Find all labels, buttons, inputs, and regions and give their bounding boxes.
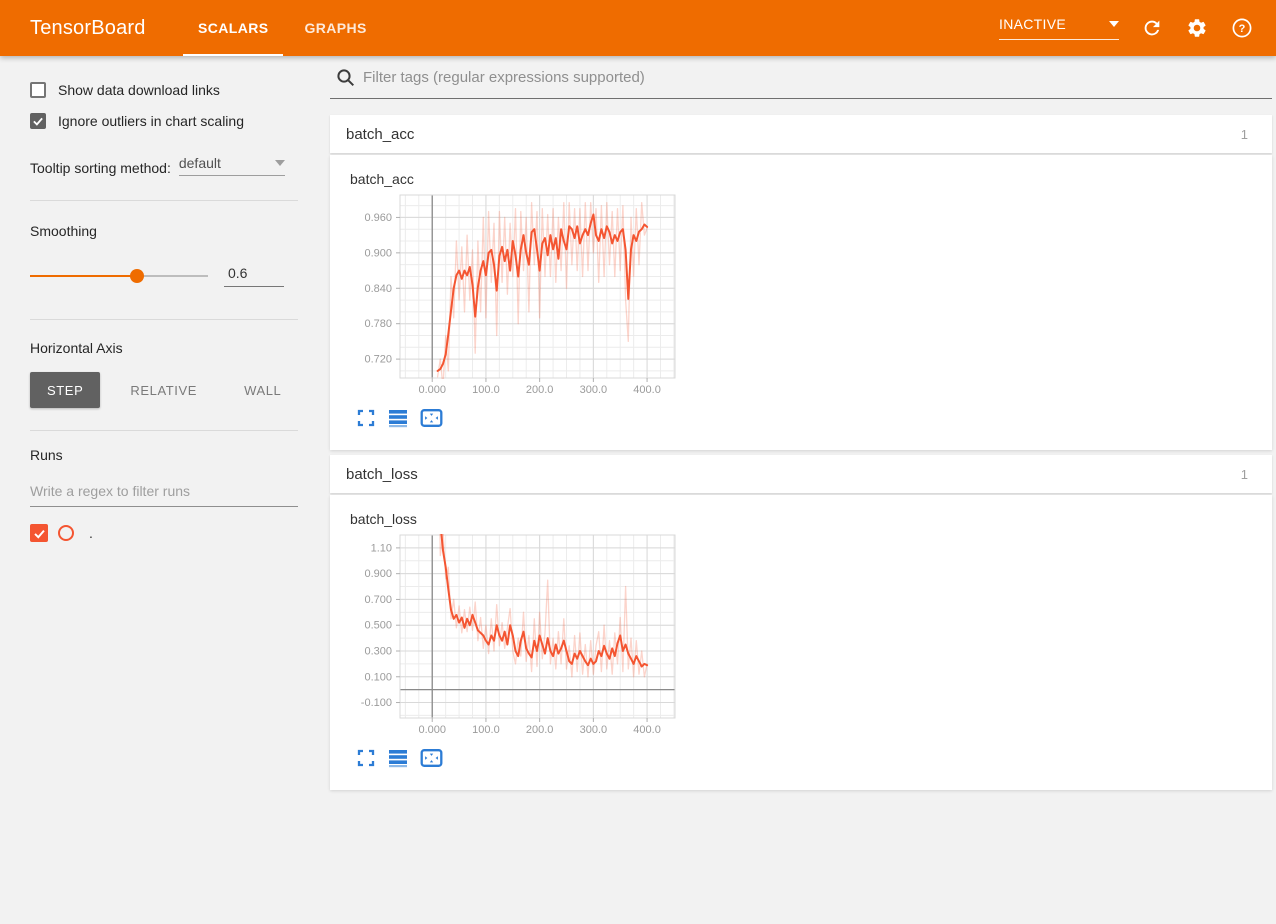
refresh-button[interactable]	[1140, 16, 1164, 40]
axis-relative-button[interactable]: RELATIVE	[113, 372, 214, 408]
checkbox-label: Ignore outliers in chart scaling	[58, 113, 244, 129]
data-rows-icon	[388, 408, 408, 428]
svg-text:0.100: 0.100	[364, 671, 392, 683]
gear-icon	[1186, 17, 1208, 39]
svg-text:200.0: 200.0	[526, 724, 554, 736]
app-title: TensorBoard	[0, 0, 180, 56]
runs-regex-input[interactable]	[30, 483, 298, 507]
tag-group-batch-acc: batch_acc 1 batch_acc 0.000 100.0 200.0 300…	[330, 115, 1272, 450]
runs-label: Runs	[30, 447, 298, 463]
run-data-button[interactable]	[388, 748, 408, 768]
run-color-circle[interactable]	[57, 524, 75, 542]
run-row[interactable]: .	[30, 524, 298, 542]
svg-text:0.900: 0.900	[364, 247, 392, 259]
tag-count-badge: 1	[1241, 467, 1256, 482]
ignore-outliers-row[interactable]: Ignore outliers in chart scaling	[30, 113, 298, 129]
chart-title: batch_acc	[350, 171, 1272, 187]
app-header: TensorBoard SCALARS GRAPHS INACTIVE ?	[0, 0, 1276, 56]
svg-text:0.300: 0.300	[364, 645, 392, 657]
svg-text:0.840: 0.840	[364, 283, 392, 295]
data-rows-icon	[388, 748, 408, 768]
expand-chart-button[interactable]	[356, 408, 376, 428]
tag-group-title: batch_loss	[346, 466, 418, 483]
help-button[interactable]: ?	[1230, 16, 1254, 40]
circle-icon	[57, 524, 75, 542]
chart-toolbar	[356, 408, 1272, 428]
tag-group-title: batch_acc	[346, 126, 414, 143]
smoothing-slider[interactable]	[30, 269, 208, 283]
chevron-down-icon	[275, 160, 285, 166]
chart-title: batch_loss	[350, 511, 1272, 527]
fit-domain-button[interactable]	[420, 749, 443, 767]
chart-toolbar	[356, 748, 1272, 768]
scalar-chart-card: batch_loss 0.000 100.0 200.0 300.0 400.0 -0.1…	[330, 495, 1272, 790]
svg-text:0.900: 0.900	[364, 568, 392, 580]
svg-text:300.0: 300.0	[580, 384, 608, 396]
tab-graphs[interactable]: GRAPHS	[286, 0, 384, 56]
tag-group-header[interactable]: batch_loss 1	[330, 455, 1272, 493]
tooltip-sorting-dropdown[interactable]: default	[179, 155, 285, 176]
check-icon	[32, 115, 44, 127]
svg-text:0.720: 0.720	[364, 354, 392, 366]
tag-group-batch-loss: batch_loss 1 batch_loss 0.000 100.0 200.0 3…	[330, 455, 1272, 790]
slider-thumb[interactable]	[130, 269, 144, 283]
svg-text:400.0: 400.0	[633, 724, 661, 736]
svg-text:100.0: 100.0	[472, 724, 500, 736]
show-download-links-checkbox[interactable]	[30, 82, 46, 98]
tag-filter-input[interactable]	[363, 69, 1270, 86]
tag-filter-bar	[330, 56, 1272, 99]
fit-to-data-icon	[420, 749, 443, 767]
svg-text:0.500: 0.500	[364, 620, 392, 632]
status-value: INACTIVE	[999, 16, 1066, 32]
search-icon	[336, 68, 355, 87]
svg-text:0.000: 0.000	[418, 724, 446, 736]
batch-loss-chart[interactable]: 0.000 100.0 200.0 300.0 400.0 -0.100 0.100 0.30…	[345, 533, 1272, 742]
svg-text:0.960: 0.960	[364, 212, 392, 224]
svg-text:400.0: 400.0	[633, 384, 661, 396]
svg-text:0.000: 0.000	[418, 384, 446, 396]
settings-sidebar: Show data download links Ignore outliers…	[0, 56, 330, 924]
svg-text:?: ?	[1239, 23, 1246, 35]
run-checkbox[interactable]	[30, 524, 48, 542]
help-icon: ?	[1231, 17, 1253, 39]
slider-fill	[30, 275, 137, 277]
ignore-outliers-checkbox[interactable]	[30, 113, 46, 129]
expand-chart-button[interactable]	[356, 748, 376, 768]
refresh-icon	[1141, 17, 1163, 39]
fit-domain-button[interactable]	[420, 409, 443, 427]
run-name: .	[89, 525, 93, 541]
smoothing-label: Smoothing	[30, 223, 298, 239]
dashboard-main: batch_acc 1 batch_acc 0.000 100.0 200.0 300…	[330, 56, 1276, 790]
tag-group-header[interactable]: batch_acc 1	[330, 115, 1272, 153]
fullscreen-icon	[356, 748, 376, 768]
tooltip-sorting-value: default	[179, 155, 221, 171]
tag-count-badge: 1	[1241, 127, 1256, 142]
horizontal-axis-label: Horizontal Axis	[30, 340, 298, 356]
svg-text:100.0: 100.0	[472, 384, 500, 396]
svg-text:300.0: 300.0	[580, 724, 608, 736]
run-data-button[interactable]	[388, 408, 408, 428]
tab-scalars[interactable]: SCALARS	[180, 0, 286, 56]
smoothing-value-input[interactable]: 0.6	[224, 265, 284, 287]
svg-text:200.0: 200.0	[526, 384, 554, 396]
main-tabs: SCALARS GRAPHS	[180, 0, 385, 56]
check-icon	[33, 527, 46, 540]
svg-text:-0.100: -0.100	[361, 697, 392, 709]
svg-text:0.780: 0.780	[364, 318, 392, 330]
axis-step-button[interactable]: STEP	[30, 372, 100, 408]
tooltip-sorting-label: Tooltip sorting method:	[30, 160, 171, 176]
axis-wall-button[interactable]: WALL	[227, 372, 298, 408]
chevron-down-icon	[1109, 21, 1119, 27]
checkbox-label: Show data download links	[58, 82, 220, 98]
scalar-chart-card: batch_acc 0.000 100.0 200.0 300.0 400.0 0.720…	[330, 155, 1272, 450]
show-download-links-row[interactable]: Show data download links	[30, 82, 298, 98]
data-status-dropdown[interactable]: INACTIVE	[999, 16, 1119, 40]
fit-to-data-icon	[420, 409, 443, 427]
svg-text:0.700: 0.700	[364, 594, 392, 606]
svg-text:1.10: 1.10	[371, 542, 392, 554]
batch-acc-chart[interactable]: 0.000 100.0 200.0 300.0 400.0 0.720 0.780 0.840…	[345, 193, 1272, 402]
settings-button[interactable]	[1185, 16, 1209, 40]
fullscreen-icon	[356, 408, 376, 428]
